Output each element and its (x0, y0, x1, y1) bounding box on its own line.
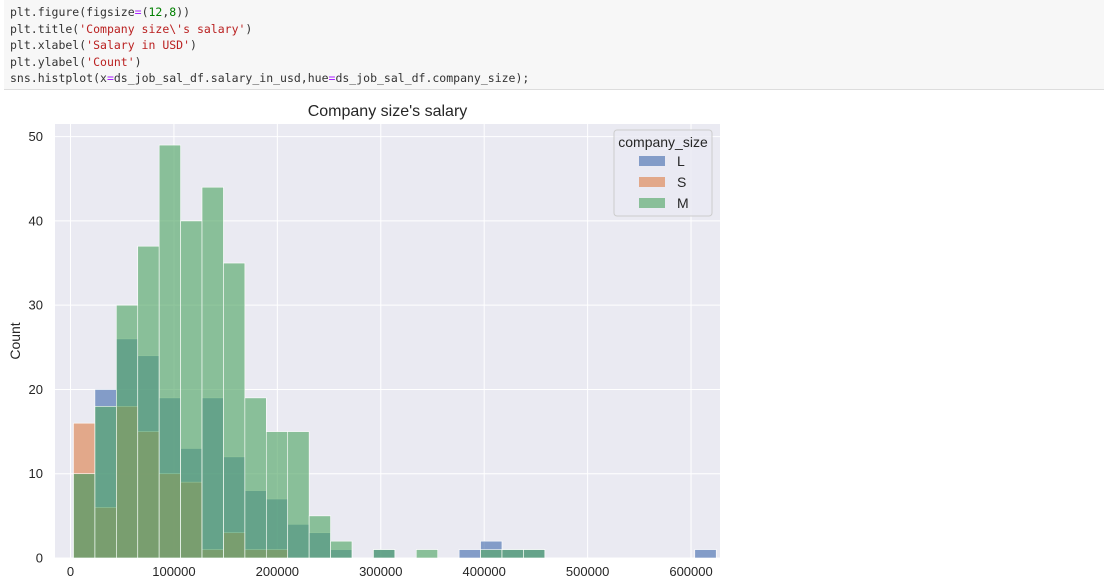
histogram-chart: 0 100000 200000 300000 400000 500000 600000 0 10… (7, 103, 720, 579)
bar-m (480, 549, 503, 559)
bar-m (180, 220, 203, 559)
y-axis-label: Count (7, 322, 23, 359)
y-tick-label: 10 (29, 466, 43, 481)
x-tick-label: 500000 (566, 564, 609, 579)
code-token: plt.xlabel( (10, 38, 87, 52)
code-block: plt.figure(figsize=(12,8)) plt.title('Com… (10, 4, 1104, 87)
bar-m (415, 549, 438, 559)
x-tick-label: 400000 (463, 564, 506, 579)
chart-title: Company size's salary (308, 103, 468, 120)
code-token: = (134, 5, 142, 19)
code-token: ) (245, 21, 253, 36)
legend-swatch-s (639, 177, 665, 187)
code-token: )) (176, 5, 191, 19)
bar-m (373, 549, 396, 559)
bar-m (223, 262, 246, 559)
y-tick-label: 20 (29, 382, 43, 397)
code-line: plt.xlabel('Salary in USD') (10, 37, 1104, 54)
code-line: sns.histplot(x=ds_job_sal_df.salary_in_u… (10, 70, 1104, 87)
legend-label-l: L (677, 153, 685, 169)
x-tick-label: 0 (67, 564, 74, 579)
code-token: 'Salary in USD' (86, 38, 191, 52)
bar-m (201, 186, 224, 559)
code-token: plt.title( (10, 21, 80, 36)
legend-swatch-l (639, 156, 665, 166)
bar-m (244, 397, 267, 559)
bar-l (694, 549, 717, 559)
legend-label-m: M (677, 195, 689, 211)
bar-m (308, 515, 331, 559)
bar-m (330, 540, 353, 559)
code-token: ds_job_sal_df.company_size); (335, 71, 530, 85)
code-token: 'Company size\'s salary' (79, 21, 246, 36)
code-token: 'Count' (86, 54, 135, 69)
y-tick-label: 50 (29, 129, 43, 144)
code-token: ) (134, 54, 142, 69)
x-tick-label: 100000 (152, 564, 195, 579)
code-line: plt.title('Company size\'s salary') (10, 21, 1104, 38)
code-cell[interactable]: plt.figure(figsize=(12,8)) plt.title('Com… (4, 0, 1104, 90)
code-token: ) (190, 38, 197, 52)
bar-m (501, 549, 524, 559)
legend-title: company_size (618, 134, 708, 150)
bar-m (137, 245, 160, 559)
bar-l (458, 549, 481, 559)
output-area: 0 100000 200000 300000 400000 500000 600000 0 10… (0, 92, 1104, 581)
code-token: = (106, 71, 114, 85)
code-token: sns.histplot(x (10, 71, 107, 85)
bar-m (523, 549, 546, 559)
bar-m (94, 406, 117, 559)
code-line: plt.figure(figsize=(12,8)) (10, 4, 1104, 21)
code-token: ( (141, 5, 149, 19)
legend-label-s: S (677, 174, 686, 190)
x-tick-label: 200000 (256, 564, 299, 579)
code-token: plt.figure(figsize (10, 5, 135, 19)
y-tick-label: 30 (29, 298, 43, 313)
code-token: plt.ylabel( (10, 54, 87, 69)
code-token: 12 (148, 5, 163, 19)
bar-m (158, 144, 181, 559)
bar-m (73, 473, 96, 559)
y-tick-label: 40 (29, 213, 43, 228)
bar-m (265, 431, 289, 559)
x-tick-label: 600000 (669, 564, 712, 579)
y-tick-label: 0 (36, 551, 43, 566)
bar-m (116, 304, 139, 559)
legend-swatch-m (639, 198, 665, 208)
code-token: ds_job_sal_df.salary_in_usd,hue (113, 71, 329, 85)
x-tick-label: 300000 (359, 564, 402, 579)
bar-m (287, 431, 310, 559)
code-line: plt.ylabel('Count') (10, 54, 1104, 71)
